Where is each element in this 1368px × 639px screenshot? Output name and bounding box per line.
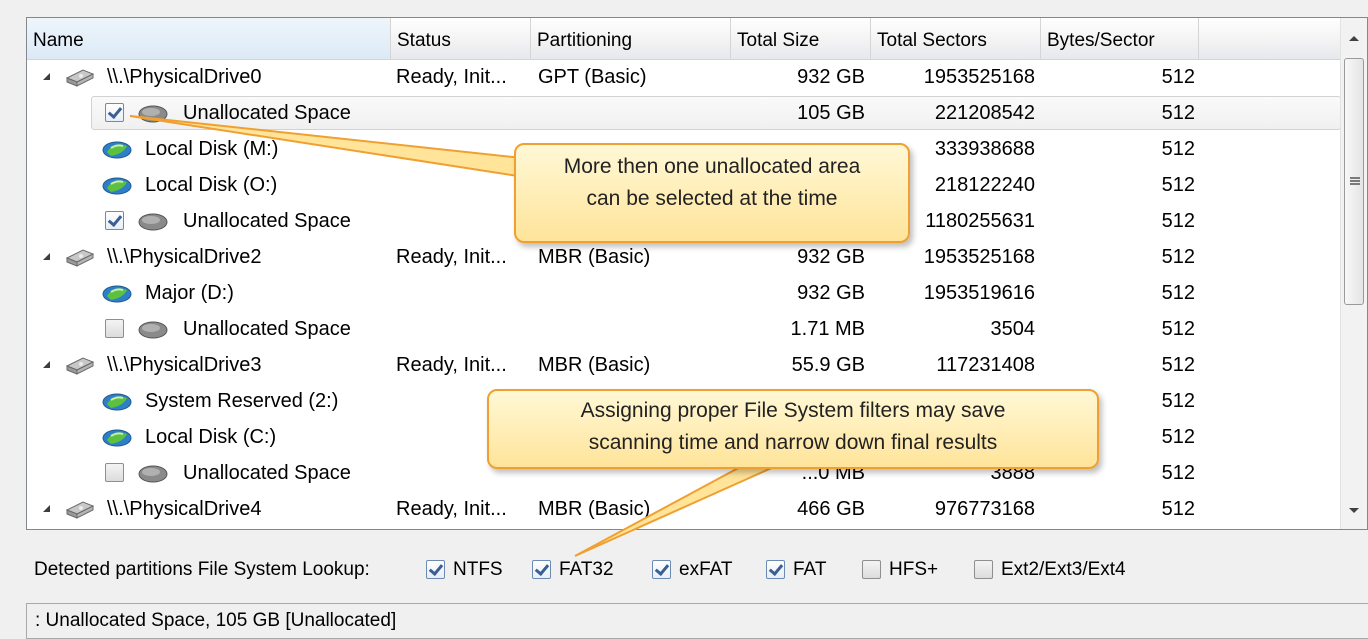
callout-top-pointer: [129, 115, 524, 178]
callout-pointers: [129, 115, 777, 557]
callout-multi-select-tip: More then one unallocated area can be se…: [514, 143, 910, 243]
callout-top-line-1: More then one unallocated area: [563, 155, 861, 178]
callout-top-line-2: can be selected at the time: [586, 187, 838, 210]
callout-bottom-line-2: scanning time and narrow down final resu…: [588, 431, 998, 454]
callout-bottom-line-1: Assigning proper File System filters may…: [580, 399, 1006, 422]
callout-bottom-pointer: [574, 465, 777, 557]
callout-filter-tip: Assigning proper File System filters may…: [487, 389, 1099, 469]
